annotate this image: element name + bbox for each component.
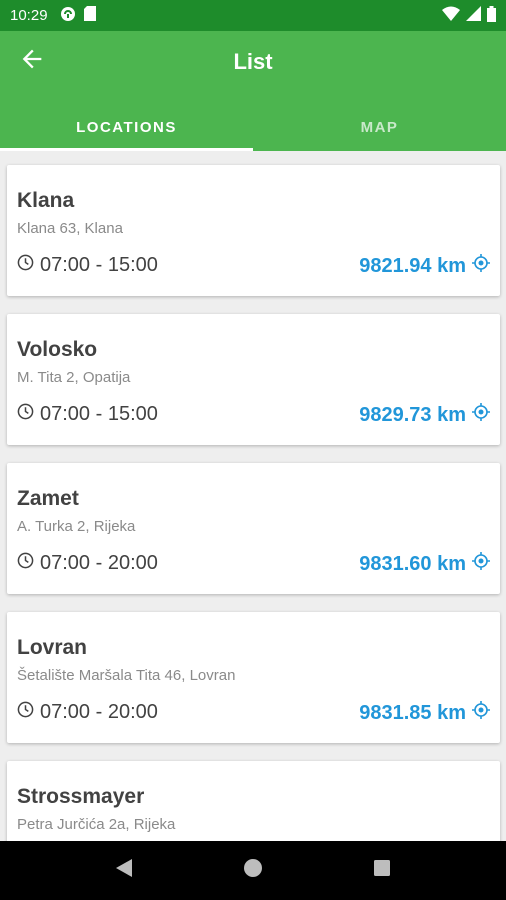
tab-map[interactable]: MAP [253, 103, 506, 151]
clock-icon [17, 403, 34, 426]
distance: 9831.60 km [359, 552, 490, 576]
location-name: Klana [17, 189, 75, 212]
location-address: Šetalište Maršala Tita 46, Lovran [17, 667, 236, 684]
status-right-icons [442, 5, 496, 26]
opening-hours: 07:00 - 20:00 [17, 701, 158, 724]
nav-recents-button[interactable] [362, 851, 402, 891]
location-address: A. Turka 2, Rijeka [17, 518, 136, 535]
cloud-sync-icon [60, 6, 76, 26]
location-card[interactable]: Klana Klana 63, Klana 07:00 - 15:00 9821… [7, 165, 500, 296]
location-name: Lovran [17, 636, 88, 659]
back-triangle-icon [115, 858, 133, 883]
clock-icon [17, 552, 34, 575]
wifi-icon [442, 6, 460, 25]
signal-icon [466, 6, 481, 25]
location-card[interactable]: Volosko M. Tita 2, Opatija 07:00 - 15:00… [7, 314, 500, 445]
location-name: Zamet [17, 487, 79, 510]
distance-text: 9831.60 km [359, 552, 466, 575]
location-card[interactable]: Zamet A. Turka 2, Rijeka 07:00 - 20:00 9… [7, 463, 500, 594]
nav-home-button[interactable] [233, 851, 273, 891]
location-name: Volosko [17, 338, 98, 361]
distance: 9821.94 km [359, 254, 490, 278]
sd-card-icon [83, 6, 96, 25]
distance-text: 9829.73 km [359, 403, 466, 426]
recents-square-icon [373, 859, 391, 882]
page-title: List [233, 49, 273, 74]
tab-bar: LOCATIONS MAP [0, 103, 506, 151]
status-time: 10:29 [10, 7, 48, 24]
system-nav-bar [0, 841, 506, 900]
location-target-icon [472, 552, 490, 576]
location-target-icon [472, 403, 490, 427]
location-target-icon [472, 254, 490, 278]
location-card[interactable]: Strossmayer Petra Jurčića 2a, Rijeka [7, 761, 500, 841]
hours-text: 07:00 - 15:00 [40, 403, 158, 425]
opening-hours: 07:00 - 15:00 [17, 254, 158, 277]
tab-label: LOCATIONS [76, 118, 177, 136]
hours-text: 07:00 - 20:00 [40, 552, 158, 574]
opening-hours: 07:00 - 20:00 [17, 552, 158, 575]
location-address: Petra Jurčića 2a, Rijeka [17, 816, 176, 833]
tab-locations[interactable]: LOCATIONS [0, 103, 253, 151]
locations-list[interactable]: Klana Klana 63, Klana 07:00 - 15:00 9821… [0, 151, 506, 841]
app-bar: List LOCATIONS MAP [0, 31, 506, 151]
hours-text: 07:00 - 15:00 [40, 254, 158, 276]
location-address: M. Tita 2, Opatija [17, 369, 131, 386]
location-card[interactable]: Lovran Šetalište Maršala Tita 46, Lovran… [7, 612, 500, 743]
distance: 9829.73 km [359, 403, 490, 427]
distance-text: 9821.94 km [359, 254, 466, 277]
battery-icon [487, 5, 496, 26]
location-target-icon [472, 701, 490, 725]
status-bar: 10:29 [0, 0, 506, 31]
status-left-icons [60, 6, 96, 26]
distance: 9831.85 km [359, 701, 490, 725]
nav-back-button[interactable] [104, 851, 144, 891]
location-name: Strossmayer [17, 785, 145, 808]
opening-hours: 07:00 - 15:00 [17, 403, 158, 426]
hours-text: 07:00 - 20:00 [40, 701, 158, 723]
tab-label: MAP [360, 118, 399, 136]
clock-icon [17, 701, 34, 724]
home-circle-icon [243, 858, 263, 883]
location-address: Klana 63, Klana [17, 220, 123, 237]
distance-text: 9831.85 km [359, 701, 466, 724]
clock-icon [17, 254, 34, 277]
